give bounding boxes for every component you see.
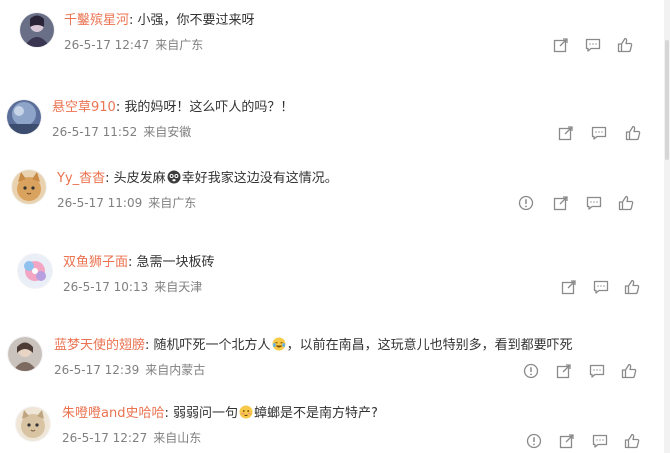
comment-date: 26-5-17 12:27 [62, 431, 148, 445]
share-icon[interactable] [552, 36, 570, 54]
comment-icon[interactable] [591, 432, 609, 450]
avatar[interactable] [7, 100, 41, 134]
share-icon[interactable] [558, 432, 576, 450]
avatar[interactable] [12, 170, 46, 204]
comment-icon[interactable] [588, 362, 606, 380]
comment-location: 来自内蒙古 [145, 363, 206, 377]
comment-item: 蓝梦天使的翅膀: 随机吓死一个北方人 ，以前在南昌，这玩意儿也特别多，看到都要吓死… [0, 325, 670, 395]
comment-meta: 26-5-17 11:52 来自安徽 [52, 124, 191, 140]
report-icon[interactable] [517, 194, 535, 212]
comment-icon[interactable] [592, 278, 610, 296]
comment-text: 幸好我家这边没有这情况。 [181, 171, 338, 186]
comment-meta: 26-5-17 12:39 来自内蒙古 [54, 362, 205, 378]
comment-location: 来自安徽 [143, 125, 192, 139]
separator: : [115, 100, 121, 115]
comment-meta: 26-5-17 11:09 来自广东 [57, 195, 196, 211]
share-icon[interactable] [560, 278, 578, 296]
comment-text: 蟑螂是不是南方特产? [254, 406, 378, 421]
comment-line: Yy_杳杳: 头皮发麻 幸好我家这边没有这情况。 [57, 170, 338, 188]
like-icon[interactable] [624, 124, 642, 142]
action-bar [560, 278, 650, 296]
avatar[interactable] [16, 407, 50, 441]
comment-date: 26-5-17 11:09 [57, 196, 143, 210]
username-link[interactable]: 悬空草910 [52, 100, 116, 115]
scared-emoji [167, 170, 181, 184]
comment-text: 急需一块板砖 [136, 255, 215, 270]
comment-meta: 26-5-17 10:13 来自天津 [63, 279, 202, 295]
shy-emoji [239, 405, 253, 419]
comment-text: 小强，你不要过来呀 [137, 13, 255, 28]
share-icon[interactable] [552, 194, 570, 212]
username-link[interactable]: Yy_杳杳 [57, 171, 105, 186]
comment-text: 头皮发麻 [113, 171, 166, 186]
comment-text: ，以前在南昌，这玩意儿也特别多，看到都要吓死 [286, 338, 573, 353]
action-bar [517, 194, 642, 212]
report-icon[interactable] [525, 432, 543, 450]
report-icon[interactable] [522, 362, 540, 380]
comment-item: 朱噔噔and史哈哈: 弱弱问一句 蟑螂是不是南方特产? 26-5-17 12:27… [0, 395, 670, 453]
share-icon[interactable] [555, 362, 573, 380]
comment-location: 来自天津 [154, 280, 203, 294]
action-bar [552, 36, 642, 54]
avatar[interactable] [20, 13, 54, 47]
scrollbar-track[interactable] [664, 0, 670, 453]
comment-date: 26-5-17 12:47 [64, 38, 150, 52]
action-bar [525, 432, 650, 450]
comment-location: 来自山东 [153, 431, 202, 445]
comment-location: 来自广东 [155, 38, 204, 52]
comment-icon[interactable] [584, 36, 602, 54]
comment-date: 26-5-17 10:13 [63, 280, 149, 294]
comment-text: 我的妈呀！这么吓人的吗？！ [124, 100, 294, 115]
avatar[interactable] [18, 254, 52, 288]
comment-item: 悬空草910: 我的妈呀！这么吓人的吗？！ 26-5-17 11:52 来自安徽 [0, 90, 670, 160]
comment-meta: 26-5-17 12:27 来自山东 [62, 430, 201, 446]
separator: : [105, 171, 110, 186]
separator: : [128, 255, 133, 270]
share-icon[interactable] [557, 124, 575, 142]
like-icon[interactable] [623, 278, 641, 296]
comment-item: 双鱼狮子面: 急需一块板砖 26-5-17 10:13 来自天津 [0, 230, 670, 325]
username-link[interactable]: 双鱼狮子面 [63, 255, 128, 270]
action-bar [522, 362, 647, 380]
comment-line: 双鱼狮子面: 急需一块板砖 [63, 254, 215, 272]
comment-date: 26-5-17 12:39 [54, 363, 140, 377]
comment-line: 悬空草910: 我的妈呀！这么吓人的吗？！ [52, 99, 293, 117]
laugh-cry-emoji [272, 337, 286, 351]
like-icon[interactable] [617, 194, 635, 212]
scrollbar-thumb[interactable] [665, 40, 669, 160]
comment-text: 随机吓死一个北方人 [153, 338, 271, 353]
comment-icon[interactable] [590, 124, 608, 142]
comment-line: 千鑿殡星河: 小强，你不要过来呀 [64, 12, 255, 30]
avatar[interactable] [8, 337, 42, 371]
comment-meta: 26-5-17 12:47 来自广东 [64, 37, 203, 53]
username-link[interactable]: 朱噔噔and史哈哈 [62, 406, 164, 421]
comment-item: Yy_杳杳: 头皮发麻 幸好我家这边没有这情况。 26-5-17 11:09 来自广… [0, 160, 670, 230]
like-icon[interactable] [616, 36, 634, 54]
username-link[interactable]: 蓝梦天使的翅膀 [54, 338, 145, 353]
like-icon[interactable] [620, 362, 638, 380]
comment-text: 弱弱问一句 [173, 406, 239, 421]
comment-line: 蓝梦天使的翅膀: 随机吓死一个北方人 ，以前在南昌，这玩意儿也特别多，看到都要吓死 [54, 337, 573, 355]
username-link[interactable]: 千鑿殡星河 [64, 13, 129, 28]
separator: : [129, 13, 134, 28]
separator: : [145, 338, 150, 353]
comment-item: 千鑿殡星河: 小强，你不要过来呀 26-5-17 12:47 来自广东 [0, 0, 670, 90]
action-bar [557, 124, 647, 142]
separator: : [164, 406, 169, 421]
comment-date: 26-5-17 11:52 [52, 125, 138, 139]
comment-icon[interactable] [585, 194, 603, 212]
comment-line: 朱噔噔and史哈哈: 弱弱问一句 蟑螂是不是南方特产? [62, 405, 378, 423]
like-icon[interactable] [623, 432, 641, 450]
comment-location: 来自广东 [148, 196, 197, 210]
